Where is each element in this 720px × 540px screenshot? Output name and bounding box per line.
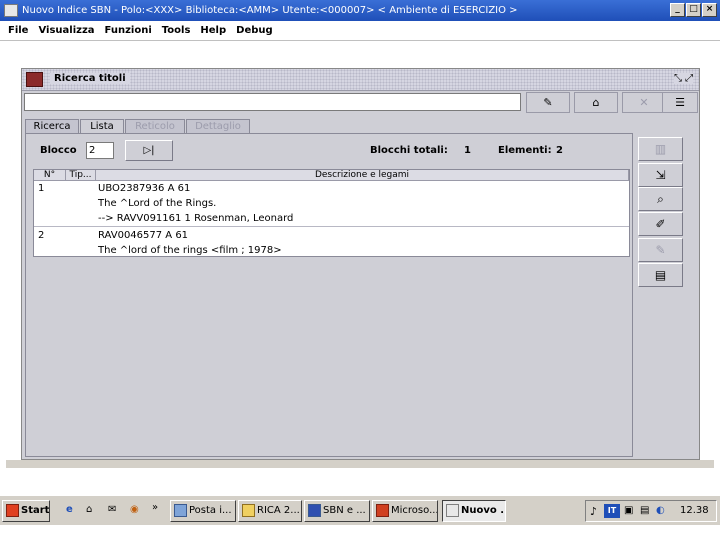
side-button-6[interactable]: ▤ [638,263,683,287]
row-line: RAV0046577 A 61 [98,230,189,241]
system-tray: ♪ IT ▣ ▤ ◐ 12.38 [585,500,717,522]
horizontal-scrollbar[interactable] [6,460,714,468]
menu-bar: File Visualizza Funzioni Tools Help Debug [0,21,720,41]
more-icon[interactable]: » [152,502,158,513]
taskbar: Start e ⌂ ✉ ◉ » Posta i... RICA 2... SBN… [0,495,720,525]
folder-icon [242,504,255,517]
table-row[interactable]: 2 RAV0046577 A 61 The ^lord of the rings… [34,228,629,258]
table-row[interactable]: 1 UBO2387936 A 61 The ^Lord of the Rings… [34,181,629,227]
media-icon[interactable]: ◉ [130,504,139,515]
next-block-button[interactable]: ▷| [125,140,173,161]
task-microsoft[interactable]: Microso... [372,500,438,522]
task-sbn[interactable]: SBN e ... [304,500,370,522]
blocco-input[interactable]: 2 [86,142,114,159]
window-title: Nuovo Indice SBN - Polo:<XXX> Biblioteca… [22,5,518,16]
book-icon [26,72,43,87]
row-n: 2 [38,230,45,241]
menu-tools[interactable]: Tools [162,21,191,41]
window-title-bar[interactable]: Nuovo Indice SBN - Polo:<XXX> Biblioteca… [0,0,720,21]
side-button-1[interactable]: ▥ [638,137,683,161]
ricerca-titoli-frame: Ricerca titoli ⤡ ⤢ ✎ ⌂ ✕ ☰ Ricerca Lista… [21,68,700,460]
task-rica[interactable]: RICA 2... [238,500,302,522]
side-button-5[interactable]: ✎ [638,238,683,262]
toolbar-input[interactable] [24,93,521,111]
minimize-button[interactable]: _ [670,3,685,17]
frame-title-bar[interactable]: Ricerca titoli ⤡ ⤢ [22,69,699,91]
blocco-label: Blocco [40,145,77,156]
desktop-icon[interactable]: ⌂ [86,504,92,515]
side-button-3[interactable]: ⌕ [638,187,683,211]
menu-help[interactable]: Help [200,21,226,41]
side-button-2[interactable]: ⇲ [638,163,683,187]
menu-visualizza[interactable]: Visualizza [38,21,94,41]
volume-icon[interactable]: ♪ [590,505,597,518]
start-label: Start [21,505,50,516]
col-header-descrizione[interactable]: Descrizione e legami [96,170,629,181]
menu-debug[interactable]: Debug [236,21,273,41]
task-nuovo[interactable]: Nuovo ... [442,500,506,522]
task-posta[interactable]: Posta i... [170,500,236,522]
windows-icon [6,504,19,517]
task-label: RICA 2... [257,505,300,516]
task-label: SBN e ... [323,505,366,516]
col-header-n[interactable]: N° [34,170,66,181]
tab-reticolo[interactable]: Reticolo [125,119,185,134]
monitor-icon[interactable]: ▤ [640,505,649,516]
clock: 12.38 [680,505,709,516]
home-button[interactable]: ⌂ [574,92,618,113]
list-button[interactable]: ☰ [662,92,698,113]
task-label: Posta i... [189,505,232,516]
results-table: N° Tip... Descrizione e legami 1 UBO2387… [33,169,630,257]
elementi-value: 2 [556,145,563,156]
frame-title: Ricerca titoli [50,73,130,84]
elementi-label: Elementi: [498,145,552,156]
blocchi-totali-value: 1 [464,145,471,156]
clear-button[interactable]: ✕ [622,92,666,113]
row-n: 1 [38,183,45,194]
toolbar: ✎ ⌂ ✕ ☰ [22,91,699,115]
col-header-tip[interactable]: Tip... [66,170,96,181]
ie-icon[interactable]: e [66,504,73,515]
task-label: Microso... [391,505,438,516]
maximize-button[interactable]: □ [686,3,701,17]
edit-button[interactable]: ✎ [526,92,570,113]
row-line: The ^lord of the rings <film ; 1978> [98,245,282,256]
powerpoint-icon [376,504,389,517]
side-button-4[interactable]: ✐ [638,212,683,236]
close-button[interactable]: × [702,3,717,17]
network-icon[interactable]: ▣ [624,505,633,516]
frame-resize-icon[interactable]: ⤡ ⤢ [674,73,694,84]
row-line: UBO2387936 A 61 [98,183,191,194]
row-line: The ^Lord of the Rings. [98,198,217,209]
java-icon [446,504,459,517]
row-line: --> RAVV091161 1 Rosenman, Leonard [98,213,294,224]
word-icon [308,504,321,517]
tab-dettaglio[interactable]: Dettaglio [186,119,250,134]
language-indicator[interactable]: IT [604,504,620,518]
app-icon [4,4,18,17]
tab-ricerca[interactable]: Ricerca [25,119,79,134]
task-label: Nuovo ... [461,505,505,516]
menu-file[interactable]: File [8,21,28,41]
mail-icon[interactable]: ✉ [108,504,116,515]
blocchi-totali-label: Blocchi totali: [370,145,448,156]
envelope-icon [174,504,187,517]
start-button[interactable]: Start [2,500,50,522]
connection-icon[interactable]: ◐ [656,505,665,516]
menu-funzioni[interactable]: Funzioni [105,21,152,41]
